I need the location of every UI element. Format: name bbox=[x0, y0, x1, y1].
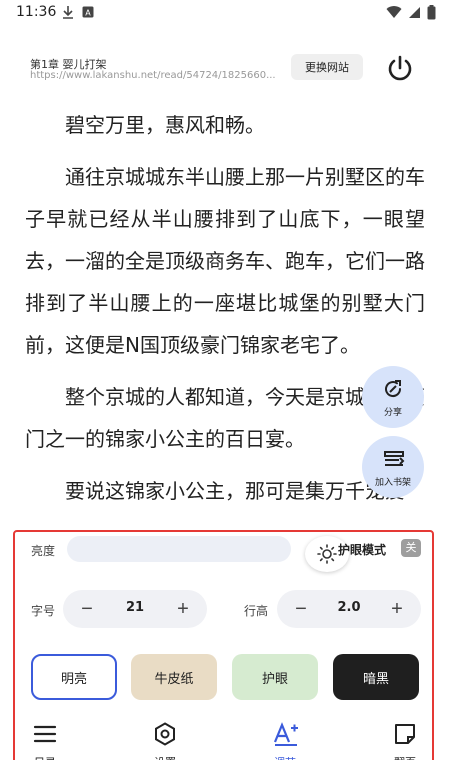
bookshelf-icon bbox=[384, 451, 405, 466]
battery-icon bbox=[427, 5, 436, 20]
font-size-increase-button[interactable]: + bbox=[169, 595, 197, 623]
settings-panel: 亮度 护眼模式 关 字号 − 21 + 行高 − 2.0 + 明亮 牛皮纸 护眼… bbox=[13, 530, 434, 760]
status-bar: 11:36 A bbox=[0, 0, 450, 26]
share-icon bbox=[385, 380, 402, 398]
power-icon bbox=[388, 55, 412, 81]
wifi-icon bbox=[386, 6, 402, 19]
paragraph: 碧空万里，惠风和畅。 bbox=[65, 113, 265, 137]
status-time: 11:36 bbox=[16, 4, 57, 20]
eye-mode-label: 护眼模式 bbox=[338, 543, 387, 557]
line-height-stepper: − 2.0 + bbox=[277, 590, 421, 628]
svg-text:A: A bbox=[85, 9, 91, 18]
nav-adjust[interactable]: 调节 bbox=[255, 716, 315, 760]
settings-icon bbox=[155, 722, 175, 746]
theme-bright-button[interactable]: 明亮 bbox=[31, 654, 117, 700]
line-height-increase-button[interactable]: + bbox=[383, 595, 411, 623]
add-to-shelf-button[interactable]: 加入书架 bbox=[362, 436, 424, 498]
line-height-value: 2.0 bbox=[337, 600, 361, 615]
font-size-value: 21 bbox=[125, 600, 145, 615]
list-icon bbox=[33, 725, 57, 743]
power-button[interactable] bbox=[384, 52, 416, 84]
chapter-url: https://www.lakanshu.net/read/54724/1825… bbox=[30, 70, 275, 81]
share-button[interactable]: 分享 bbox=[362, 366, 424, 428]
line-height-label: 行高 bbox=[244, 604, 269, 618]
nav-catalog[interactable]: 目录 bbox=[15, 716, 75, 760]
nav-page-turn[interactable]: 翻页 bbox=[375, 716, 435, 760]
download-icon bbox=[63, 6, 73, 19]
font-size-stepper: − 21 + bbox=[63, 590, 207, 628]
nav-page-turn-label: 翻页 bbox=[375, 754, 435, 760]
nav-settings[interactable]: 设置 bbox=[135, 716, 195, 760]
nav-catalog-label: 目录 bbox=[15, 754, 75, 760]
theme-eye-button[interactable]: 护眼 bbox=[232, 654, 318, 700]
change-site-button[interactable]: 更换网站 bbox=[291, 54, 363, 80]
theme-kraft-button[interactable]: 牛皮纸 bbox=[131, 654, 217, 700]
brightness-label: 亮度 bbox=[31, 544, 56, 558]
brightness-slider[interactable] bbox=[67, 536, 349, 572]
add-to-shelf-label: 加入书架 bbox=[374, 477, 411, 487]
nav-adjust-label: 调节 bbox=[255, 754, 315, 760]
font-size-decrease-button[interactable]: − bbox=[73, 595, 101, 623]
font-icon: A bbox=[82, 6, 94, 18]
reader-header: 第1章 婴儿打架 https://www.lakanshu.net/read/5… bbox=[0, 48, 450, 92]
text-size-icon bbox=[273, 722, 298, 746]
line-height-decrease-button[interactable]: − bbox=[287, 595, 315, 623]
font-size-label: 字号 bbox=[31, 604, 56, 618]
nav-settings-label: 设置 bbox=[135, 754, 195, 760]
paragraph: 通往京城城东半山腰上那一片别墅区的车子早就已经从半山腰排到了山底下，一眼望去，一… bbox=[25, 165, 425, 357]
eye-mode-toggle[interactable]: 关 bbox=[401, 539, 421, 557]
page-turn-icon bbox=[395, 724, 415, 744]
sun-icon bbox=[317, 544, 337, 564]
theme-dark-button[interactable]: 暗黑 bbox=[333, 654, 419, 700]
signal-icon bbox=[409, 7, 420, 18]
share-label: 分享 bbox=[383, 407, 402, 417]
